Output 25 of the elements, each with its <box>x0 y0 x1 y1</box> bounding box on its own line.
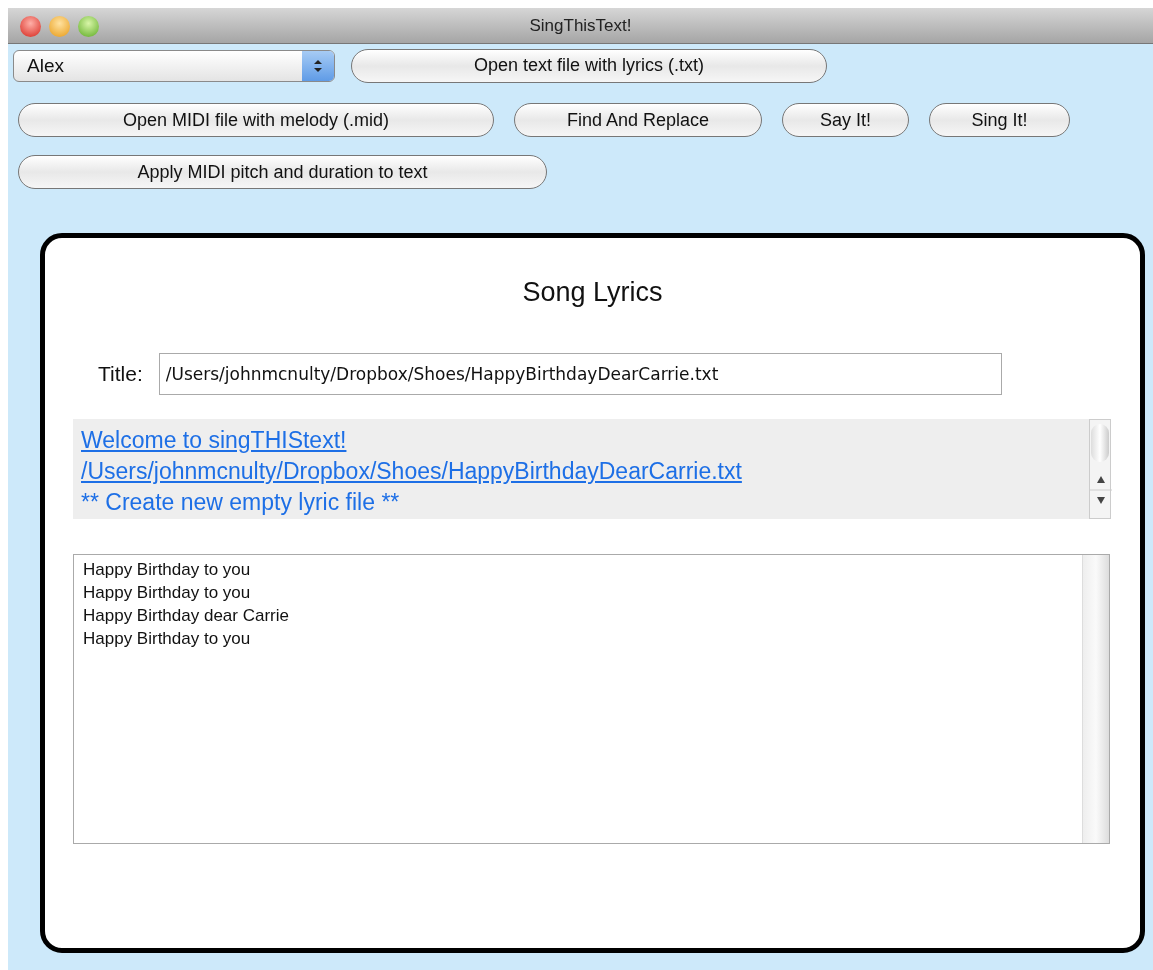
panel-heading: Song Lyrics <box>522 277 663 308</box>
zoom-button[interactable] <box>78 16 99 37</box>
action-button[interactable]: Sing It! <box>929 103 1070 137</box>
voice-dropdown[interactable]: Alex <box>13 49 335 82</box>
action-button[interactable]: Apply MIDI pitch and duration to text <box>18 155 547 189</box>
action-button[interactable]: Say It! <box>782 103 909 137</box>
lyric-line: Happy Birthday to you <box>83 628 252 650</box>
lyric-line: Happy Birthday to you <box>83 559 252 581</box>
action-button[interactable]: Open text file with lyrics (.txt) <box>351 48 827 83</box>
window-title: SingThisText! <box>529 15 632 36</box>
lyric-line: Happy Birthday to you <box>83 582 252 604</box>
file-link[interactable]: /Users/johnmcnulty/Dropbox/Shoes/HappyBirthdayDearCarrie.txt <box>81 456 742 487</box>
action-button[interactable]: Open MIDI file with melody (.mid) <box>18 103 494 137</box>
lyric-line: Happy Birthday dear Carrie <box>83 605 289 627</box>
lyrics-text-area[interactable]: Happy Birthday to you Happy Birthday to you Happy Birthday dear Carrie Happy Birthday to you <box>73 554 1110 844</box>
minimize-button[interactable] <box>49 16 70 37</box>
stepper-icon <box>302 50 334 81</box>
title-label: Title: <box>98 362 143 386</box>
list-item[interactable]: ** Create new empty lyric file ** <box>81 487 742 518</box>
file-link[interactable]: Welcome to singTHIStext! <box>81 425 742 456</box>
close-button[interactable] <box>20 16 41 37</box>
title-field[interactable]: /Users/johnmcnulty/Dropbox/Shoes/HappyBirthdayDearCarrie.txt <box>158 353 1002 395</box>
scroll-bar[interactable] <box>1082 555 1109 843</box>
scroll-bar[interactable] <box>1089 419 1111 519</box>
action-button[interactable]: Find And Replace <box>514 103 762 137</box>
